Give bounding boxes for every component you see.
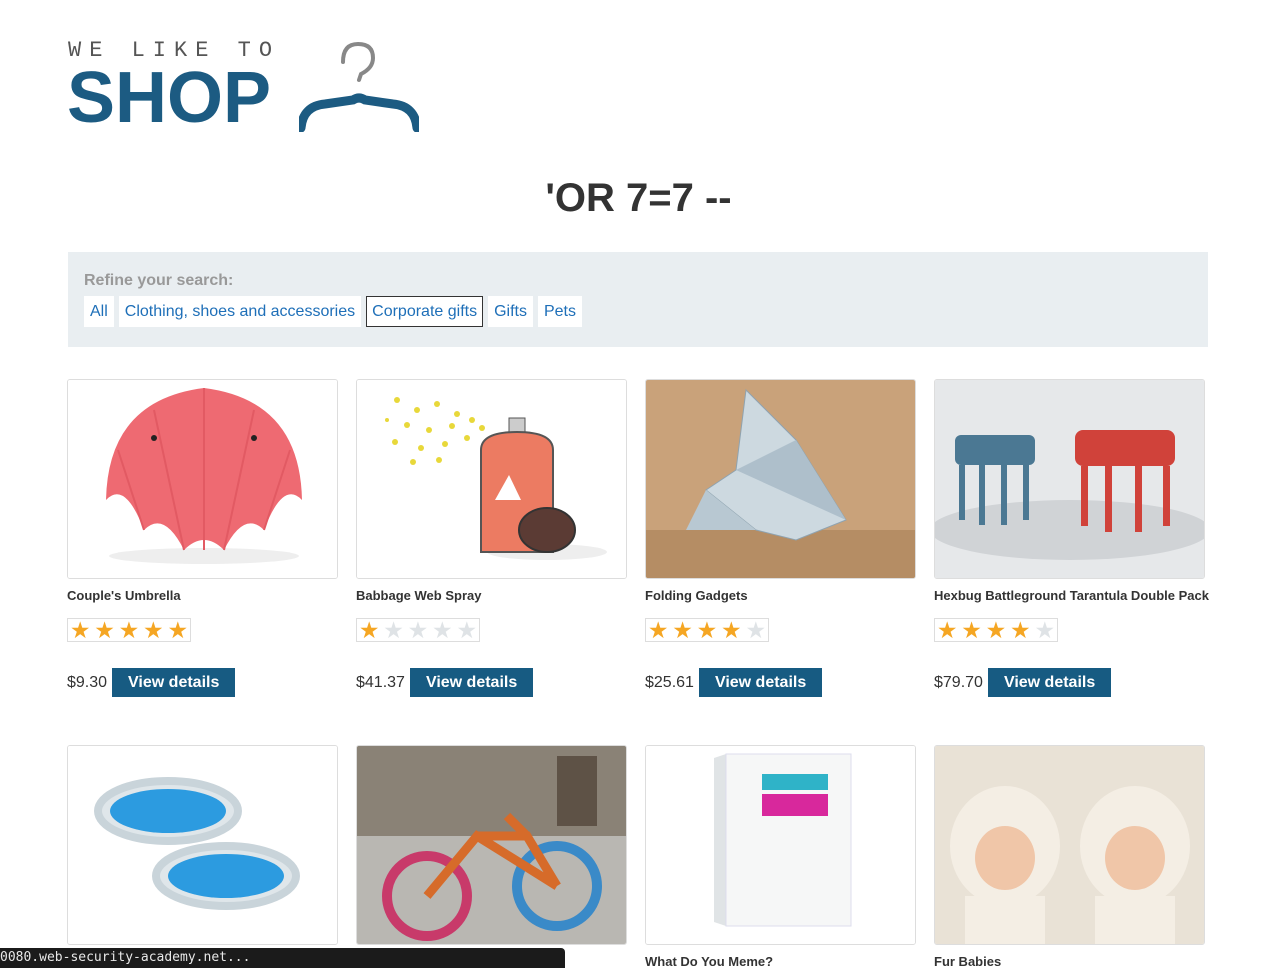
product-image-spray[interactable] <box>356 379 627 579</box>
star-icon: ★ <box>961 617 982 643</box>
star-icon: ★ <box>672 617 693 643</box>
star-icon: ★ <box>456 617 478 643</box>
star-icon: ★ <box>143 617 164 643</box>
hanger-icon <box>299 41 419 132</box>
product-image-babies[interactable] <box>934 745 1205 945</box>
pools-image <box>68 746 337 944</box>
product-price: $41.37 <box>356 673 405 691</box>
view-details-button[interactable]: View details <box>112 668 236 697</box>
filter-clothing[interactable]: Clothing, shoes and accessories <box>118 296 362 327</box>
price-row: $9.30 View details <box>67 668 236 697</box>
rating-stars: ★ ★ ★ ★ ★ <box>67 618 191 642</box>
star-icon: ★ <box>94 617 115 643</box>
origami-image <box>646 380 915 578</box>
star-icon: ★ <box>407 617 429 643</box>
robots-image <box>935 380 1204 578</box>
product-image-umbrella[interactable] <box>67 379 338 579</box>
product-name: Couple's Umbrella <box>67 588 181 603</box>
star-icon: ★ <box>118 617 140 643</box>
product-image-origami[interactable] <box>645 379 916 579</box>
product-image-meme[interactable] <box>645 745 916 945</box>
product-name: Folding Gadgets <box>645 588 748 603</box>
spray-image <box>357 380 626 578</box>
rating-stars: ★ ★ ★ ★ ★ <box>934 618 1058 642</box>
filter-list: All Clothing, shoes and accessories Corp… <box>84 296 582 327</box>
star-icon: ★ <box>985 617 1007 643</box>
star-icon: ★ <box>745 617 767 643</box>
product-price: $9.30 <box>67 673 108 691</box>
filter-pets[interactable]: Pets <box>537 296 582 327</box>
star-icon: ★ <box>167 617 189 643</box>
price-row: $79.70 View details <box>934 668 1112 697</box>
logo-wordmark: SHOP <box>67 58 272 138</box>
filter-gifts[interactable]: Gifts <box>488 296 533 327</box>
star-icon: ★ <box>383 617 404 643</box>
star-icon: ★ <box>936 617 958 643</box>
product-price: $25.61 <box>645 673 694 691</box>
star-icon: ★ <box>358 617 380 643</box>
product-image-pools[interactable] <box>67 745 338 945</box>
browser-status-bar: 0080.web-security-academy.net... <box>0 948 565 968</box>
view-details-button[interactable]: View details <box>409 668 534 697</box>
product-name: Fur Babies <box>934 954 1002 968</box>
star-icon: ★ <box>696 617 718 643</box>
star-icon: ★ <box>69 617 91 643</box>
site-logo[interactable]: WE LIKE TO SHOP <box>67 38 427 138</box>
view-details-button[interactable]: View details <box>987 668 1112 697</box>
star-icon: ★ <box>1010 617 1031 643</box>
product-image-robots[interactable] <box>934 379 1205 579</box>
rating-stars: ★ ★ ★ ★ ★ <box>356 618 480 642</box>
search-term-heading: 'OR 7=7 -- <box>545 176 732 220</box>
bike-image <box>357 746 626 944</box>
product-name: Hexbug Battleground Tarantula Double Pac… <box>934 588 1209 603</box>
star-icon: ★ <box>647 617 669 643</box>
product-name: What Do You Meme? <box>645 954 774 968</box>
meme-box-image <box>646 746 915 944</box>
price-row: $41.37 View details <box>356 668 534 697</box>
star-icon: ★ <box>721 617 742 643</box>
babies-image <box>935 746 1204 944</box>
star-icon: ★ <box>432 617 453 643</box>
rating-stars: ★ ★ ★ ★ ★ <box>645 618 769 642</box>
refine-heading: Refine your search: <box>84 272 234 289</box>
product-price: $79.70 <box>934 673 983 691</box>
filter-all[interactable]: All <box>84 296 114 327</box>
view-details-button[interactable]: View details <box>698 668 823 697</box>
price-row: $25.61 View details <box>645 668 823 697</box>
product-name: Babbage Web Spray <box>356 588 482 603</box>
star-icon: ★ <box>1034 617 1056 643</box>
filter-panel: Refine your search: All Clothing, shoes … <box>68 252 1208 347</box>
filter-corporate-gifts[interactable]: Corporate gifts <box>366 296 484 327</box>
product-image-bike[interactable] <box>356 745 627 945</box>
umbrella-image <box>68 380 337 578</box>
